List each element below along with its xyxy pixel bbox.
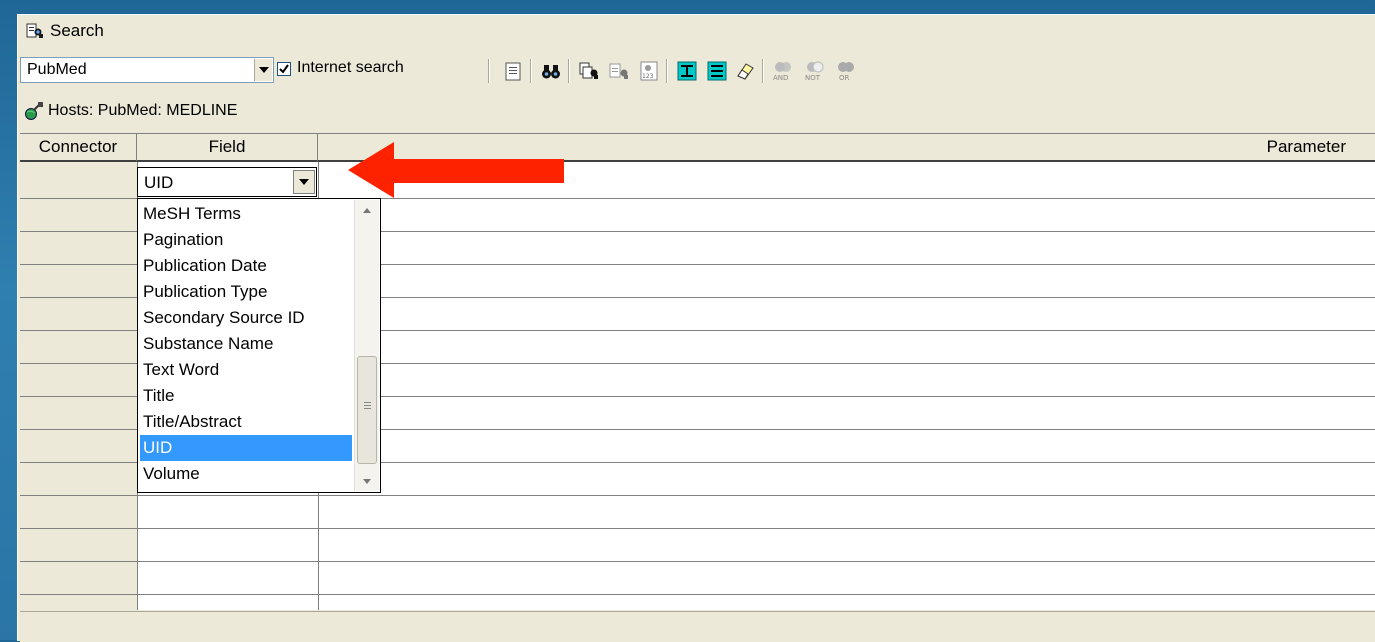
and-label: AND — [773, 74, 788, 82]
database-select-value: PubMed — [27, 61, 87, 78]
list-item[interactable]: MeSH Terms — [140, 201, 352, 227]
toolbar-separator — [530, 59, 532, 83]
insert-row-icon[interactable] — [676, 60, 698, 82]
not-label: NOT — [805, 74, 821, 82]
chevron-down-icon[interactable] — [254, 59, 272, 81]
status-bar — [20, 611, 1375, 642]
table-row — [20, 594, 1375, 595]
internet-search-label: Internet search — [297, 59, 404, 76]
eraser-icon[interactable] — [734, 60, 756, 82]
field-select-value: UID — [144, 173, 174, 192]
toolbar: PubMed Internet search 123 AND NOT OR — [18, 57, 1375, 87]
connector-column — [20, 162, 137, 610]
checkmark-icon — [279, 64, 289, 74]
list-item[interactable]: Title/Abstract — [140, 409, 352, 435]
search-records-icon[interactable] — [608, 60, 630, 82]
list-item[interactable]: Secondary Source ID — [140, 305, 352, 331]
field-select[interactable]: UID — [137, 167, 317, 197]
window-title: Search — [50, 21, 104, 40]
search-window-icon — [26, 23, 43, 38]
list-item[interactable]: Publication Type — [140, 279, 352, 305]
table-row — [20, 495, 1375, 496]
chevron-down-icon[interactable] — [293, 170, 315, 194]
svg-text:123: 123 — [642, 73, 654, 80]
delete-row-icon[interactable] — [706, 60, 728, 82]
scroll-down-icon[interactable] — [355, 471, 379, 491]
list-item[interactable]: Text Word — [140, 357, 352, 383]
copy-search-icon[interactable] — [578, 60, 600, 82]
toolbar-separator — [568, 59, 570, 83]
title-bar: Search — [18, 15, 1375, 47]
search-grid: Connector Field Parameter UID MeSH Terms… — [20, 133, 1375, 610]
field-dropdown-list[interactable]: MeSH Terms Pagination Publication Date P… — [137, 198, 381, 493]
connector-column-header[interactable]: Connector — [20, 134, 137, 162]
toolbar-separator — [666, 59, 668, 83]
list-item[interactable]: Volume — [140, 461, 352, 487]
list-item[interactable]: Title — [140, 383, 352, 409]
table-row — [20, 561, 1375, 562]
clipboard-icon[interactable] — [502, 60, 524, 82]
table-row — [20, 528, 1375, 529]
list-item[interactable]: Publication Date — [140, 253, 352, 279]
database-select[interactable]: PubMed — [20, 57, 274, 83]
list-item-selected[interactable]: UID — [140, 435, 352, 461]
not-icon[interactable]: NOT — [802, 60, 828, 82]
field-column-header[interactable]: Field — [137, 134, 318, 162]
list-item[interactable]: Substance Name — [140, 331, 352, 357]
toolbar-separator — [488, 59, 490, 83]
globe-link-icon — [25, 102, 43, 120]
toolbar-separator — [762, 59, 764, 83]
numbered-search-icon[interactable]: 123 — [638, 60, 660, 82]
binoculars-icon[interactable] — [540, 60, 562, 82]
dropdown-scrollbar[interactable] — [354, 200, 379, 491]
hosts-bar: Hosts: PubMed: MEDLINE — [18, 99, 1375, 123]
red-arrow-annotation — [348, 142, 564, 198]
scrollbar-thumb[interactable] — [357, 356, 377, 464]
scroll-up-icon[interactable] — [355, 200, 379, 220]
search-window: Search PubMed Internet search 123 AND NO… — [17, 14, 1375, 642]
list-item[interactable]: Pagination — [140, 227, 352, 253]
hosts-label: Hosts: PubMed: MEDLINE — [48, 102, 238, 119]
and-icon[interactable]: AND — [770, 60, 796, 82]
or-icon[interactable]: OR — [834, 60, 858, 82]
internet-search-checkbox[interactable] — [277, 62, 291, 76]
or-label: OR — [839, 74, 850, 82]
